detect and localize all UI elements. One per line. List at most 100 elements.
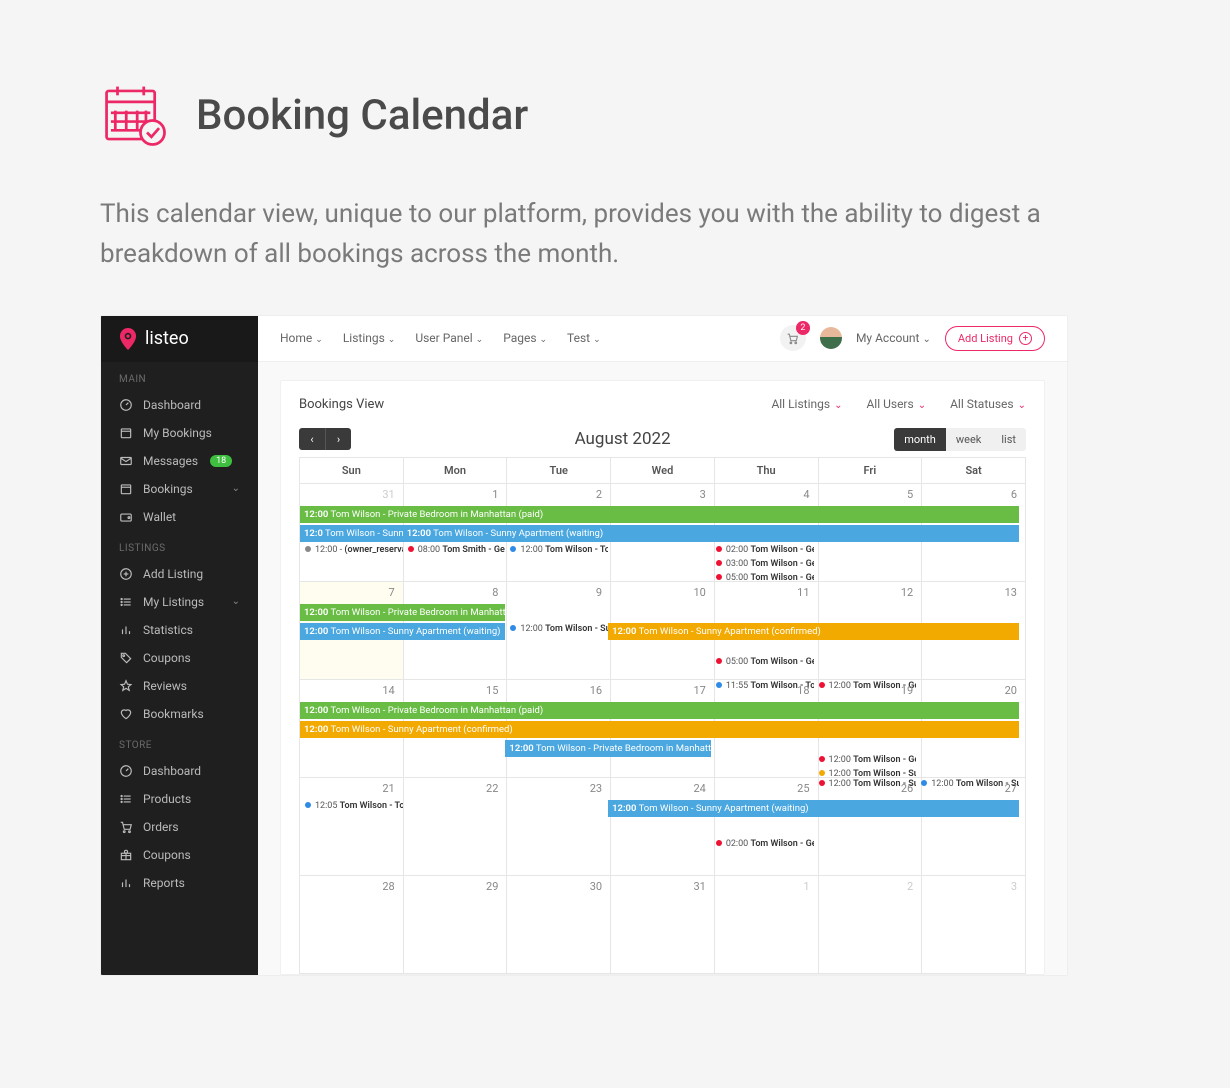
sidebar-item-bookmarks[interactable]: Bookmarks (101, 700, 258, 728)
day-cell[interactable]: 8 (403, 581, 507, 679)
sidebar-item-my-listings[interactable]: My Listings ⌄ (101, 588, 258, 616)
sidebar-item-my-bookings[interactable]: My Bookings (101, 419, 258, 447)
day-cell[interactable]: 24 (611, 777, 715, 875)
day-cell[interactable]: 9 (507, 581, 611, 679)
next-month-button[interactable]: › (325, 428, 351, 450)
day-cell[interactable]: 12 (818, 581, 922, 679)
day-cell[interactable]: 10 (611, 581, 715, 679)
account-dropdown[interactable]: My Account ⌄ (856, 331, 931, 345)
prev-month-button[interactable]: ‹ (299, 428, 325, 450)
day-number: 3 (700, 488, 706, 501)
day-number: 31 (382, 488, 394, 501)
sidebar-item-coupons[interactable]: Coupons (101, 644, 258, 672)
day-number: 29 (486, 880, 498, 893)
day-cell[interactable]: 15 (403, 679, 507, 777)
day-cell[interactable]: 17 (611, 679, 715, 777)
day-cell[interactable]: 1 (714, 875, 818, 973)
day-cell[interactable]: 18 (714, 679, 818, 777)
booking-dot-event[interactable]: 12:00 - (owner_reservatio (300, 544, 403, 556)
day-cell[interactable]: 22 (403, 777, 507, 875)
day-number: 16 (590, 684, 602, 697)
day-cell[interactable]: 30 (507, 875, 611, 973)
day-number: 28 (382, 880, 394, 893)
sidebar-item-dashboard[interactable]: Dashboard (101, 757, 258, 785)
avatar[interactable] (820, 327, 842, 349)
nav-user-panel[interactable]: User Panel ⌄ (415, 331, 483, 345)
view-month-button[interactable]: month (894, 428, 946, 451)
view-list-button[interactable]: list (991, 428, 1026, 451)
day-header: Mon (403, 457, 507, 483)
nav-listings[interactable]: Listings ⌄ (343, 331, 396, 345)
day-cell[interactable]: 11 (714, 581, 818, 679)
plus-circle-icon: + (1019, 332, 1032, 345)
day-cell[interactable]: 23 (507, 777, 611, 875)
sidebar-item-bookings[interactable]: Bookings ⌄ (101, 475, 258, 503)
cal-icon (119, 482, 133, 496)
nav-home[interactable]: Home ⌄ (280, 331, 323, 345)
nav-test[interactable]: Test ⌄ (567, 331, 601, 345)
tag-icon (119, 651, 133, 665)
nav-pages[interactable]: Pages ⌄ (503, 331, 547, 345)
day-cell[interactable]: 13 (922, 581, 1026, 679)
day-cell[interactable]: 2112:00 Tom Wilson - Sunny Apartment (wa… (300, 777, 404, 875)
current-month: August 2022 (351, 429, 894, 449)
day-cell[interactable]: 27 (922, 777, 1026, 875)
sidebar-item-reviews[interactable]: Reviews (101, 672, 258, 700)
day-number: 7 (389, 586, 395, 599)
day-header: Thu (714, 457, 818, 483)
sidebar-item-add-listing[interactable]: Add Listing (101, 560, 258, 588)
sidebar-item-products[interactable]: Products (101, 785, 258, 813)
day-header: Wed (611, 457, 715, 483)
add-listing-button[interactable]: Add Listing+ (945, 326, 1045, 351)
day-cell[interactable]: 16 (507, 679, 611, 777)
day-number: 26 (901, 782, 913, 795)
day-cell[interactable]: 3 (922, 875, 1026, 973)
cart-button[interactable]: 2 (780, 325, 806, 351)
day-cell[interactable]: 4 (714, 483, 818, 581)
day-cell[interactable]: 1 (403, 483, 507, 581)
filter-all-users[interactable]: All Users⌄ (866, 397, 926, 411)
day-cell[interactable]: 2 (507, 483, 611, 581)
day-cell[interactable]: 19 (818, 679, 922, 777)
day-cell[interactable]: 31 (611, 875, 715, 973)
day-number: 24 (693, 782, 705, 795)
booking-bar[interactable]: 12:0 Tom Wilson - Sunny Apt (300, 525, 403, 542)
day-cell[interactable]: 26 (818, 777, 922, 875)
day-number: 19 (901, 684, 913, 697)
day-cell[interactable]: 25 (714, 777, 818, 875)
sidebar-item-reports[interactable]: Reports (101, 869, 258, 897)
day-cell[interactable]: 712:00 Tom Wilson - Private Bedroom in M… (300, 581, 404, 679)
day-number: 1 (803, 880, 809, 893)
sidebar-item-messages[interactable]: Messages 18 (101, 447, 258, 475)
sidebar-item-wallet[interactable]: Wallet (101, 503, 258, 531)
day-cell[interactable]: 3 (611, 483, 715, 581)
cal-icon (119, 426, 133, 440)
brand-logo[interactable]: listeo (101, 316, 258, 362)
sidebar-item-coupons[interactable]: Coupons (101, 841, 258, 869)
sidebar-item-statistics[interactable]: Statistics (101, 616, 258, 644)
sidebar-item-label: My Bookings (143, 426, 212, 440)
day-cell[interactable]: 5 (818, 483, 922, 581)
sidebar-item-label: My Listings (143, 595, 204, 609)
day-cell[interactable]: 28 (300, 875, 404, 973)
sidebar-item-label: Dashboard (143, 764, 201, 778)
sidebar-item-label: Reports (143, 876, 185, 890)
day-cell[interactable]: 2 (818, 875, 922, 973)
sidebar-item-label: Bookings (143, 482, 193, 496)
view-week-button[interactable]: week (946, 428, 992, 451)
filter-all-statuses[interactable]: All Statuses⌄ (950, 397, 1026, 411)
list-icon (119, 595, 133, 609)
filter-all-listings[interactable]: All Listings⌄ (771, 397, 842, 411)
day-cell[interactable]: 1412:00 Tom Wilson - Private Bedroom in … (300, 679, 404, 777)
booking-dot-event[interactable]: 12:05 Tom Wilson - Tom& (300, 800, 403, 812)
sidebar-item-label: Add Listing (143, 567, 203, 581)
cart-icon (119, 820, 133, 834)
sidebar-item-dashboard[interactable]: Dashboard (101, 391, 258, 419)
day-cell[interactable]: 29 (403, 875, 507, 973)
day-cell[interactable]: 6 (922, 483, 1026, 581)
day-cell[interactable]: 3112:00 Tom Wilson - Private Bedroom in … (300, 483, 404, 581)
day-cell[interactable]: 20 (922, 679, 1026, 777)
day-number: 21 (382, 782, 394, 795)
cart-icon (786, 332, 799, 345)
sidebar-item-orders[interactable]: Orders (101, 813, 258, 841)
